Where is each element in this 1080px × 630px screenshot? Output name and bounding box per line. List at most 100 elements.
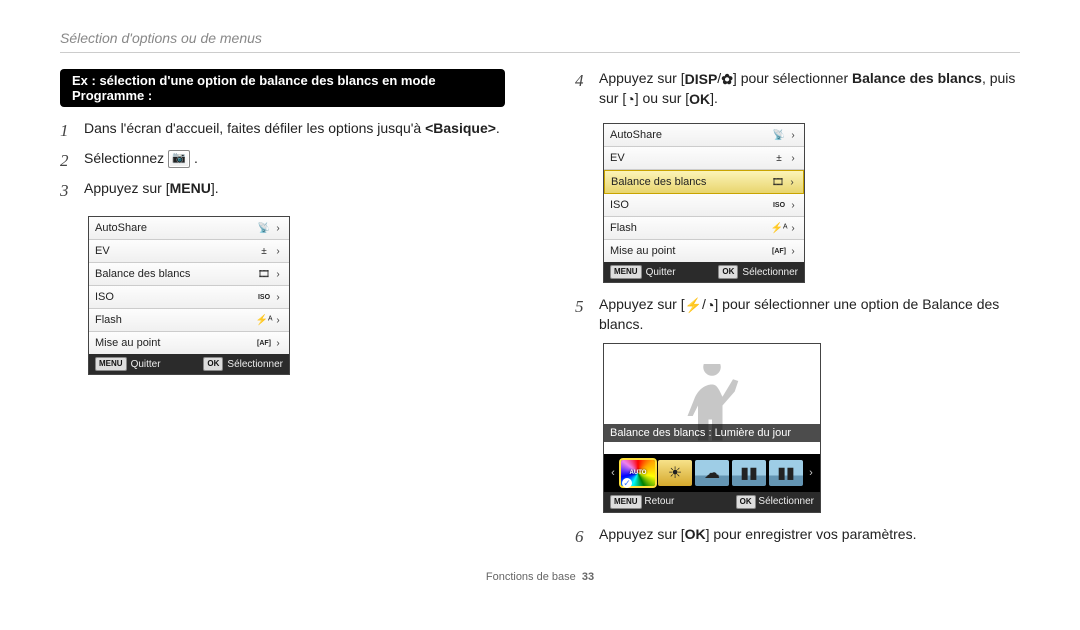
step-number: 2	[60, 149, 76, 173]
chevron-right-icon: ›	[788, 153, 798, 164]
wb-option-auto-selected: AUTO	[621, 460, 655, 486]
white-balance-icon: 🎞	[255, 269, 273, 280]
menu-key-token: MENU	[610, 265, 642, 279]
footer-select-hint: OK Sélectionner	[736, 495, 814, 509]
menu-item-label: Flash	[95, 314, 255, 326]
footer-quit-hint: MENU Quitter	[95, 357, 161, 371]
camera-menu-screenshot-2: AutoShare 📡 › EV ± › Balance des blancs …	[575, 115, 805, 295]
step-text: Appuyez sur [⚡/◔] pour sélectionner une …	[599, 295, 1020, 335]
step-text: Appuyez sur [OK] pour enregistrer vos pa…	[599, 525, 1020, 545]
menu-item-flash: Flash ⚡ᴬ ›	[604, 217, 804, 240]
step-text: Appuyez sur [MENU].	[84, 179, 505, 199]
flash-icon: ⚡ᴬ	[770, 223, 788, 234]
menu-item-label: EV	[95, 245, 255, 257]
step-4: 4 Appuyez sur [DISP/✿] pour sélectionner…	[575, 69, 1020, 109]
page-footer: Fonctions de base 33	[60, 571, 1020, 583]
wb-option-cloudy: ☁	[695, 460, 729, 486]
step-text: Appuyez sur [DISP/✿] pour sélectionner B…	[599, 69, 1020, 109]
step-number: 5	[575, 295, 591, 319]
step-text: Sélectionnez 📷 .	[84, 149, 505, 169]
menu-item-label: Mise au point	[95, 337, 255, 349]
chevron-right-icon: ›	[273, 315, 283, 326]
text: .	[194, 150, 198, 166]
step-3: 3 Appuyez sur [MENU].	[60, 179, 505, 203]
menu-item-white-balance: Balance des blancs 🎞 ›	[89, 263, 289, 286]
macro-flower-icon: ✿	[721, 70, 733, 90]
two-column-layout: Ex : sélection d'une option de balance d…	[60, 69, 1020, 555]
ok-key-label: OK	[685, 525, 706, 545]
mode-photo-icon: 📷	[168, 150, 190, 168]
menu-key-token: MENU	[95, 357, 127, 371]
chevron-left-icon: ‹	[608, 467, 618, 479]
self-timer-icon: ◔	[626, 90, 634, 110]
text: Appuyez sur [	[84, 180, 170, 196]
text: Appuyez sur [	[599, 70, 685, 86]
menu-item-ev: EV ± ›	[604, 147, 804, 170]
flash-icon: ⚡	[685, 296, 702, 316]
chevron-right-icon: ›	[788, 200, 798, 211]
step-6: 6 Appuyez sur [OK] pour enregistrer vos …	[575, 525, 1020, 549]
chevron-right-icon: ›	[787, 177, 797, 188]
step-number: 6	[575, 525, 591, 549]
menu-item-label: Balance des blancs	[95, 268, 255, 280]
chevron-right-icon: ›	[273, 223, 283, 234]
step-number: 4	[575, 69, 591, 93]
menu-item-white-balance-selected: Balance des blancs 🎞 ›	[604, 170, 804, 194]
step-text: Dans l'écran d'accueil, faites défiler l…	[84, 119, 505, 139]
af-icon: [AF]	[770, 248, 788, 255]
ok-key-token: OK	[718, 265, 738, 279]
example-title: Ex : sélection d'une option de balance d…	[60, 69, 505, 107]
footer-select-label: Sélectionner	[742, 267, 798, 278]
menu-item-iso: ISO ISO ›	[604, 194, 804, 217]
text: Dans l'écran d'accueil, faites défiler l…	[84, 120, 425, 136]
menu-key-label: MENU	[170, 179, 211, 199]
text: Sélectionnez	[84, 150, 168, 166]
step-number: 1	[60, 119, 76, 143]
chevron-right-icon: ›	[273, 246, 283, 257]
menu-item-focus: Mise au point [AF] ›	[604, 240, 804, 262]
menu-item-label: EV	[610, 152, 770, 164]
preview-area: Balance des blancs : Lumière du jour	[604, 344, 820, 454]
af-icon: [AF]	[255, 340, 273, 347]
menu-footer-bar: MENU Quitter OK Sélectionner	[604, 262, 804, 282]
white-balance-icon: 🎞	[769, 177, 787, 188]
wb-option-fluorescent-1: ▮▮	[732, 460, 766, 486]
footer-back-hint: MENU Retour	[610, 495, 674, 509]
chevron-right-icon: ›	[806, 467, 816, 479]
chevron-right-icon: ›	[273, 338, 283, 349]
footer-quit-label: Quitter	[131, 359, 161, 370]
viewer-footer-bar: MENU Retour OK Sélectionner	[604, 492, 820, 512]
left-column: Ex : sélection d'une option de balance d…	[60, 69, 505, 555]
menu-panel: AutoShare 📡 › EV ± › Balance des blancs …	[603, 123, 805, 283]
text: ] pour sélectionner	[733, 70, 852, 86]
wb-preview-panel: Balance des blancs : Lumière du jour ‹ A…	[603, 343, 821, 513]
exposure-icon: ±	[770, 153, 788, 164]
page-title: Sélection d'options ou de menus	[60, 30, 1020, 53]
exposure-icon: ±	[255, 246, 273, 257]
right-column: 4 Appuyez sur [DISP/✿] pour sélectionner…	[575, 69, 1020, 555]
flash-icon: ⚡ᴬ	[255, 315, 273, 326]
footer-quit-hint: MENU Quitter	[610, 265, 676, 279]
text: .	[496, 120, 500, 136]
menu-item-label: Flash	[610, 222, 770, 234]
ok-key-token: OK	[736, 495, 756, 509]
menu-item-ev: EV ± ›	[89, 240, 289, 263]
iso-icon: ISO	[770, 202, 788, 209]
step-1: 1 Dans l'écran d'accueil, faites défiler…	[60, 119, 505, 143]
chevron-right-icon: ›	[788, 223, 798, 234]
text: ] pour enregistrer vos paramètres.	[706, 526, 917, 542]
text: Appuyez sur [	[599, 526, 685, 542]
wifi-icon: 📡	[770, 130, 788, 141]
menu-item-label: AutoShare	[610, 129, 770, 141]
text-bold-basique: <Basique>	[425, 120, 496, 136]
menu-item-autoshare: AutoShare 📡 ›	[89, 217, 289, 240]
footer-back-label: Retour	[644, 496, 674, 507]
wb-caption: Balance des blancs : Lumière du jour	[604, 424, 820, 442]
menu-item-label: ISO	[610, 199, 770, 211]
footer-quit-label: Quitter	[646, 267, 676, 278]
menu-item-autoshare: AutoShare 📡 ›	[604, 124, 804, 147]
ok-key-token: OK	[203, 357, 223, 371]
camera-menu-screenshot-1: AutoShare 📡 › EV ± › Balance des blancs …	[60, 208, 290, 387]
text-bold-wb: Balance des blancs	[852, 70, 982, 86]
menu-item-label: AutoShare	[95, 222, 255, 234]
